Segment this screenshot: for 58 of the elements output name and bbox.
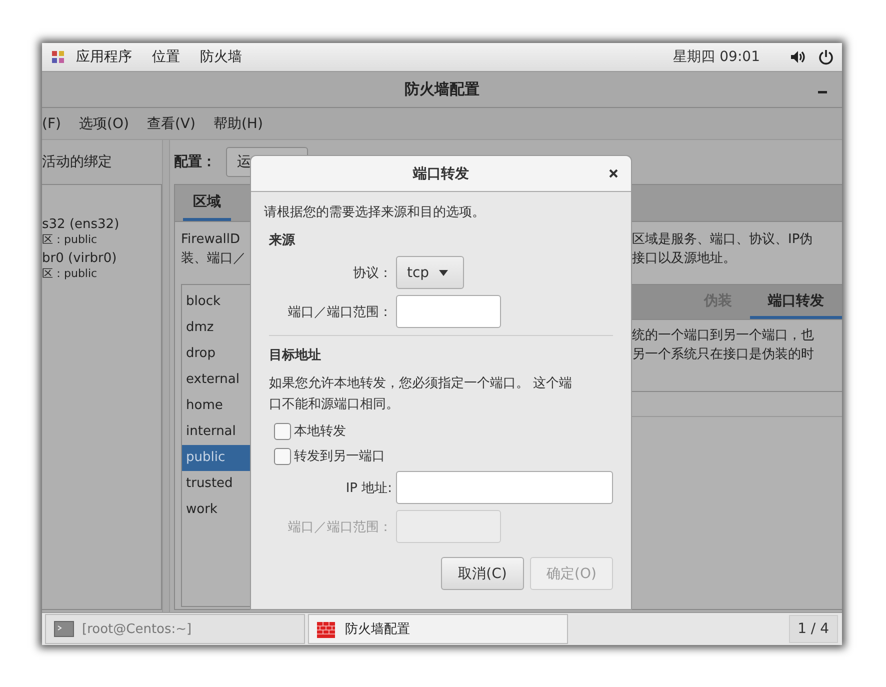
- protocol-label: 协议：: [352, 264, 393, 282]
- pane-handle[interactable]: [162, 140, 170, 612]
- brick-wall-icon: [317, 620, 337, 638]
- cancel-button[interactable]: 取消(C): [441, 557, 524, 590]
- ip-address-label: IP 地址:: [344, 480, 393, 496]
- terminal-icon: [54, 621, 74, 637]
- section-heading: 目标地址: [269, 347, 322, 364]
- menu-item[interactable]: 帮助(H): [213, 114, 263, 132]
- tab-description: 统的一个端口到另一个端口，也: [632, 327, 815, 345]
- port-label: 端口／端口范围：: [287, 518, 393, 536]
- zone-item[interactable]: external: [182, 367, 250, 393]
- menu-item[interactable]: 查看(V): [146, 114, 196, 132]
- protocol-dropdown[interactable]: tcp: [396, 256, 464, 289]
- zone-item[interactable]: internal: [182, 419, 250, 445]
- description-text: 装、端口／: [181, 250, 247, 268]
- configuration-label: 配置：: [174, 153, 216, 171]
- destination-note: 如果您允许本地转发，您必须指定一个端口。 这个端口不能和源端口相同。: [269, 375, 574, 414]
- description-text: 接口以及源地址。: [632, 250, 737, 268]
- menu-item[interactable]: (F): [42, 116, 61, 132]
- checkbox[interactable]: 转发到另一端口: [274, 447, 385, 465]
- port-label: 端口／端口范围：: [287, 304, 393, 320]
- zone-item[interactable]: trusted: [182, 471, 250, 497]
- tab[interactable]: 端口转发: [750, 285, 842, 319]
- dialog-title: 端口转发: [413, 164, 469, 182]
- close-icon[interactable]: [609, 169, 618, 178]
- zone-item[interactable]: work: [182, 497, 250, 523]
- tab[interactable]: 区域: [183, 185, 231, 221]
- dialog-intro: 请根据您的需要选择来源和目的选项。: [264, 204, 486, 221]
- tab-description: 另一个系统只在接口是伪装的时: [632, 346, 815, 364]
- zone-item[interactable]: block: [182, 289, 250, 315]
- ip-address-input[interactable]: [396, 471, 613, 504]
- zone-item[interactable]: dmz: [182, 315, 250, 341]
- caret-icon: [439, 270, 448, 276]
- zone-item[interactable]: public: [182, 445, 250, 471]
- description-text: FirewallD: [181, 231, 242, 249]
- window-title: 防火墙配置: [404, 80, 480, 99]
- workspace-indicator[interactable]: 1 / 4: [788, 615, 838, 643]
- taskbar-item[interactable]: 防火墙配置: [308, 614, 568, 644]
- port-input[interactable]: [396, 295, 501, 328]
- minimize-icon[interactable]: [818, 91, 827, 94]
- bindings-heading: 活动的绑定: [42, 153, 112, 171]
- description-text: 区域是服务、端口、协议、IP伪: [632, 231, 814, 249]
- binding-name[interactable]: br0 (virbr0): [42, 251, 161, 266]
- checkbox[interactable]: 本地转发: [274, 422, 346, 440]
- menu-item[interactable]: 选项(O): [78, 114, 129, 132]
- top-menu[interactable]: 位置: [142, 46, 190, 68]
- logo-icon[interactable]: [50, 49, 66, 65]
- binding-name[interactable]: s32 (ens32): [42, 217, 161, 232]
- top-menu[interactable]: 防火墙: [190, 46, 252, 68]
- section-heading: 来源: [269, 232, 296, 249]
- volume-icon[interactable]: [790, 50, 806, 64]
- binding-zone: 区：public: [42, 266, 98, 281]
- binding-zone: 区：public: [42, 232, 98, 247]
- zone-item[interactable]: drop: [182, 341, 250, 367]
- zone-item[interactable]: home: [182, 393, 250, 419]
- power-icon[interactable]: [818, 49, 834, 65]
- top-menu[interactable]: 应用程序: [66, 46, 142, 68]
- clock[interactable]: 星期四 09:01: [673, 48, 760, 66]
